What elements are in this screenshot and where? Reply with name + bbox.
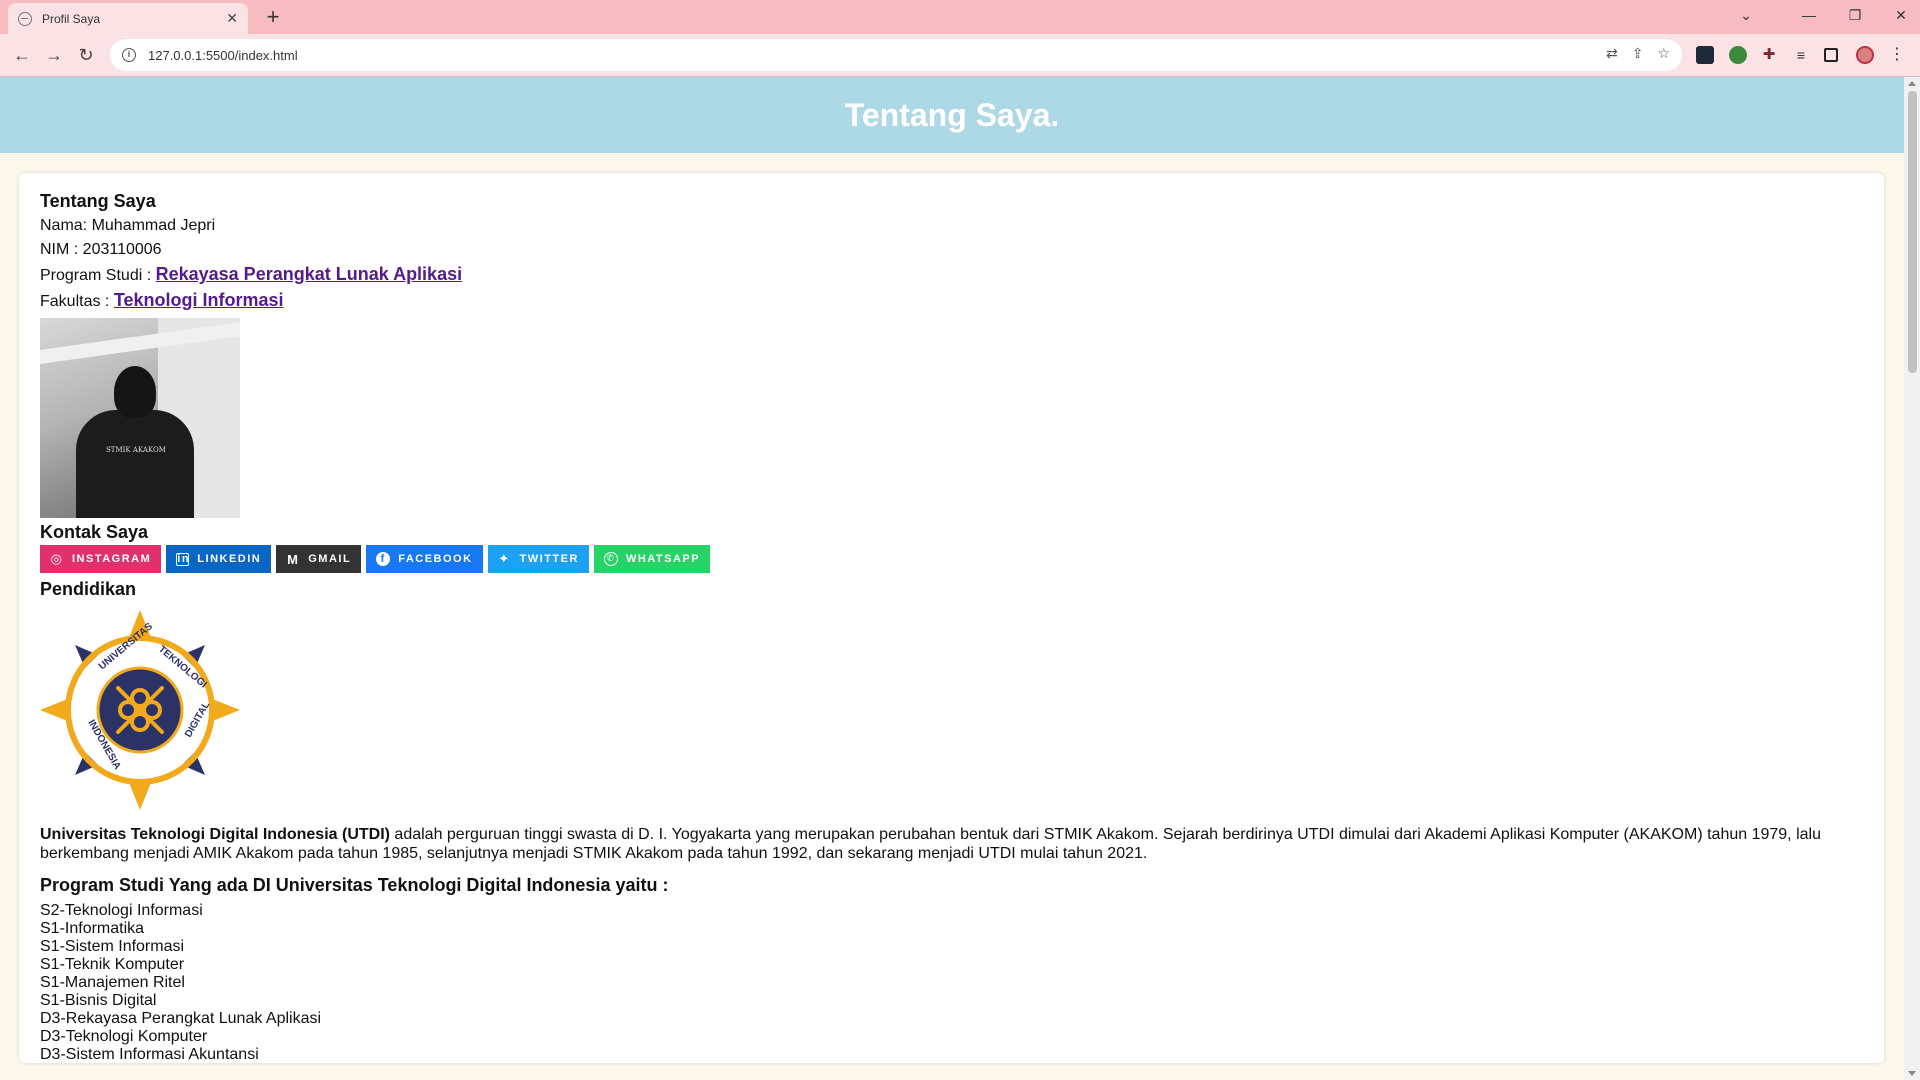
list-item: S1-Teknik Komputer [40, 956, 185, 973]
tab-title: Profil Saya [42, 11, 101, 26]
translate-icon[interactable]: ⇄ [1606, 45, 1618, 62]
instagram-icon: ◎ [50, 551, 64, 566]
whatsapp-icon: ✆ [603, 552, 618, 566]
profile-photo: STMIK AKAKOM [40, 318, 240, 518]
instagram-button[interactable]: ◎ INSTAGRAM [40, 545, 162, 573]
fakultas-row: Fakultas : Teknologi Informasi [40, 288, 1863, 314]
list-item: D3-Rekayasa Perangkat Lunak Aplikasi [40, 1010, 322, 1027]
facebook-label: FACEBOOK [398, 553, 473, 565]
prodi-link[interactable]: Rekayasa Perangkat Lunak Aplikasi [156, 264, 462, 284]
contact-heading: Kontak Saya [40, 522, 149, 542]
utdi-logo: UNIVERSITAS TEKNOLOGI DIGITAL INDONESIA [40, 610, 240, 810]
gmail-icon: M [287, 551, 300, 567]
fakultas-label: Fakultas : [40, 293, 114, 310]
extensions-puzzle-icon[interactable]: ✚ [1760, 46, 1778, 64]
twitter-icon: ✦ [498, 551, 511, 566]
scroll-down-arrow-icon[interactable] [1908, 1071, 1916, 1076]
share-icon[interactable]: ⇪ [1632, 45, 1644, 62]
whatsapp-label: WHATSAPP [625, 553, 701, 565]
education-heading: Pendidikan [40, 579, 137, 599]
nama-row: Nama: Muhammad Jepri [40, 217, 216, 234]
url-text[interactable]: 127.0.0.1:5500/index.html [148, 48, 298, 63]
linkedin-icon: in [176, 552, 191, 566]
twitter-button[interactable]: ✦ TWITTER [487, 545, 589, 573]
list-item: S2-Teknologi Informasi [40, 902, 203, 919]
info-icon[interactable]: i [122, 48, 136, 62]
reload-button[interactable]: ↻ [74, 43, 98, 67]
scrollbar-thumb[interactable] [1908, 91, 1917, 373]
forward-button[interactable]: → [42, 43, 66, 67]
bookmark-star-icon[interactable]: ☆ [1657, 45, 1670, 62]
linkedin-button[interactable]: in LINKEDIN [166, 545, 272, 573]
back-button[interactable]: ← [10, 43, 34, 67]
prodi-label: Program Studi : [40, 267, 156, 284]
prodi-list: S2-Teknologi Informasi S1-Informatika S1… [40, 902, 1863, 1064]
side-panel-icon[interactable] [1824, 48, 1838, 62]
restore-button[interactable]: ❐ [1832, 7, 1878, 24]
utdi-name: Universitas Teknologi Digital Indonesia … [40, 826, 390, 843]
scroll-up-arrow-icon[interactable] [1908, 81, 1916, 86]
list-item: D3-Teknologi Komputer [40, 1028, 208, 1045]
address-bar[interactable]: i 127.0.0.1:5500/index.html ⇄ ⇪ ☆ [110, 39, 1682, 71]
browser-toolbar: ← → ↻ i 127.0.0.1:5500/index.html ⇄ ⇪ ☆ … [0, 34, 1920, 77]
extension-green-icon[interactable] [1729, 46, 1747, 64]
facebook-icon: f [376, 552, 391, 566]
list-item: S1-Sistem Informasi [40, 938, 185, 955]
social-buttons: ◎ INSTAGRAM in LINKEDIN M GMAIL f FACEBO… [40, 545, 1863, 573]
fakultas-link[interactable]: Teknologi Informasi [114, 290, 284, 310]
profile-avatar[interactable] [1856, 46, 1874, 64]
profile-card: Tentang Saya Nama: Muhammad Jepri NIM : … [19, 173, 1884, 1063]
tab-search-button[interactable]: ⌄ [1736, 7, 1756, 24]
reading-list-icon[interactable]: ≡ [1792, 46, 1810, 64]
twitter-label: TWITTER [519, 553, 579, 565]
list-item: S1-Manajemen Ritel [40, 974, 185, 991]
new-tab-button[interactable]: + [260, 4, 286, 30]
list-item: S1-Informatika [40, 920, 145, 937]
linkedin-label: LINKEDIN [197, 553, 262, 565]
prodi-row: Program Studi : Rekayasa Perangkat Lunak… [40, 262, 1863, 288]
minimize-button[interactable]: — [1786, 7, 1832, 23]
photo-jacket-text: STMIK AKAKOM [106, 446, 166, 454]
list-item: S1-Bisnis Digital [40, 992, 157, 1009]
close-tab-icon[interactable]: ✕ [226, 10, 238, 27]
gmail-button[interactable]: M GMAIL [276, 545, 362, 573]
page-viewport: Tentang Saya. Tentang Saya Nama: Muhamma… [0, 77, 1904, 1080]
about-heading: Tentang Saya [40, 191, 156, 211]
tab-strip: Profil Saya ✕ + ⌄ — ❐ ✕ [0, 0, 1920, 34]
extension-dark-icon[interactable] [1696, 46, 1714, 64]
prodi-list-title: Program Studi Yang ada DI Universitas Te… [40, 875, 669, 895]
page-scrollbar[interactable] [1904, 77, 1920, 1080]
nim-row: NIM : 203110006 [40, 241, 162, 258]
window-controls: ⌄ — ❐ ✕ [1736, 0, 1920, 30]
whatsapp-button[interactable]: ✆ WHATSAPP [593, 545, 711, 573]
gmail-label: GMAIL [308, 553, 352, 565]
site-header: Tentang Saya. [0, 77, 1904, 153]
page-title: Tentang Saya. [844, 96, 1060, 133]
list-item: D3-Sistem Informasi Akuntansi [40, 1046, 259, 1063]
globe-icon [18, 11, 32, 26]
instagram-label: INSTAGRAM [72, 553, 152, 565]
close-window-button[interactable]: ✕ [1878, 7, 1920, 24]
menu-icon[interactable]: ⋮ [1888, 46, 1906, 64]
facebook-button[interactable]: f FACEBOOK [366, 545, 483, 573]
utdi-description: Universitas Teknologi Digital Indonesia … [40, 825, 1860, 863]
tab-profil-saya[interactable]: Profil Saya ✕ [8, 3, 248, 34]
